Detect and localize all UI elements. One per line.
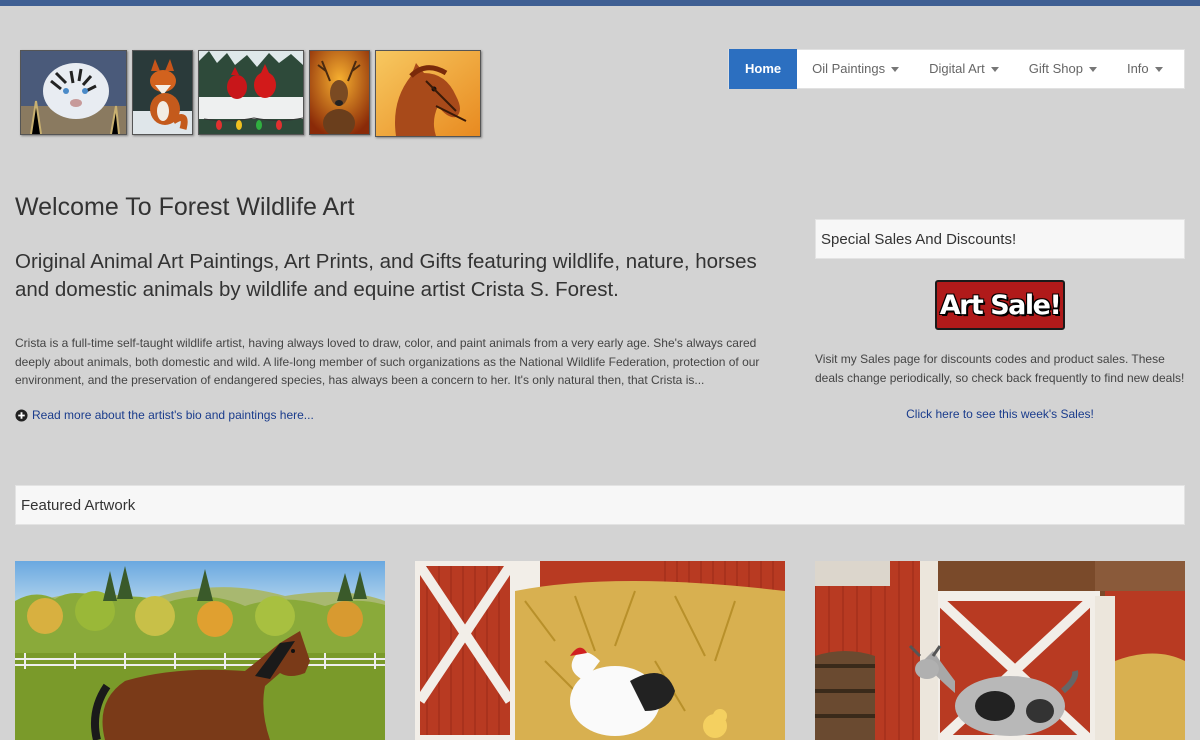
sales-link[interactable]: Click here to see this week's Sales!: [906, 407, 1094, 421]
art-sale-badge[interactable]: Art Sale!: [935, 280, 1065, 330]
nav-home-label: Home: [745, 61, 782, 76]
plus-circle-icon: [15, 408, 28, 422]
artist-bio-excerpt: Crista is a full-time self-taught wildli…: [15, 336, 760, 387]
featured-artwork-3[interactable]: [815, 561, 1185, 740]
featured-artwork-header: Featured Artwork: [15, 485, 1185, 525]
nav-info-label: Info: [1126, 61, 1149, 76]
art-sale-badge-text: Art Sale!: [939, 289, 1062, 321]
sales-link-row: Click here to see this week's Sales!: [815, 407, 1185, 421]
featured-artwork-2[interactable]: [415, 561, 785, 740]
caret-down-icon: [1088, 66, 1097, 72]
white-tiger-thumbnail: [20, 50, 127, 135]
deer-thumbnail: [309, 50, 370, 135]
fox-thumbnail: [132, 50, 193, 135]
caret-down-icon: [891, 66, 900, 72]
nav-gift-shop[interactable]: Gift Shop: [1014, 50, 1112, 88]
read-more-link[interactable]: Read more about the artist's bio and pai…: [32, 408, 314, 422]
tagline: Original Animal Art Paintings, Art Print…: [15, 250, 757, 301]
top-accent-bar: [0, 0, 1200, 6]
nav-oil-paintings-label: Oil Paintings: [812, 61, 886, 76]
cardinals-thumbnail: [198, 50, 304, 135]
caret-down-icon: [990, 66, 999, 72]
nav-oil-paintings[interactable]: Oil Paintings: [797, 50, 914, 88]
nav-digital-art-label: Digital Art: [929, 61, 985, 76]
horse-thumbnail: [375, 50, 481, 137]
featured-artwork-title: Featured Artwork: [21, 496, 136, 514]
sales-panel-header: Special Sales And Discounts!: [815, 219, 1185, 259]
page-title: Welcome To Forest Wildlife Art: [15, 193, 355, 221]
main-navigation: Home Oil Paintings Digital Art Gift Shop…: [728, 49, 1185, 89]
sales-description: Visit my Sales page for discounts codes …: [815, 352, 1185, 385]
nav-gift-shop-label: Gift Shop: [1028, 61, 1083, 76]
featured-artwork-1[interactable]: [15, 561, 385, 740]
sales-panel-title: Special Sales And Discounts!: [821, 230, 1017, 248]
read-more-row: Read more about the artist's bio and pai…: [15, 408, 314, 422]
nav-digital-art[interactable]: Digital Art: [914, 50, 1014, 88]
nav-info[interactable]: Info: [1112, 50, 1178, 88]
nav-home[interactable]: Home: [729, 49, 798, 89]
caret-down-icon: [1154, 66, 1163, 72]
